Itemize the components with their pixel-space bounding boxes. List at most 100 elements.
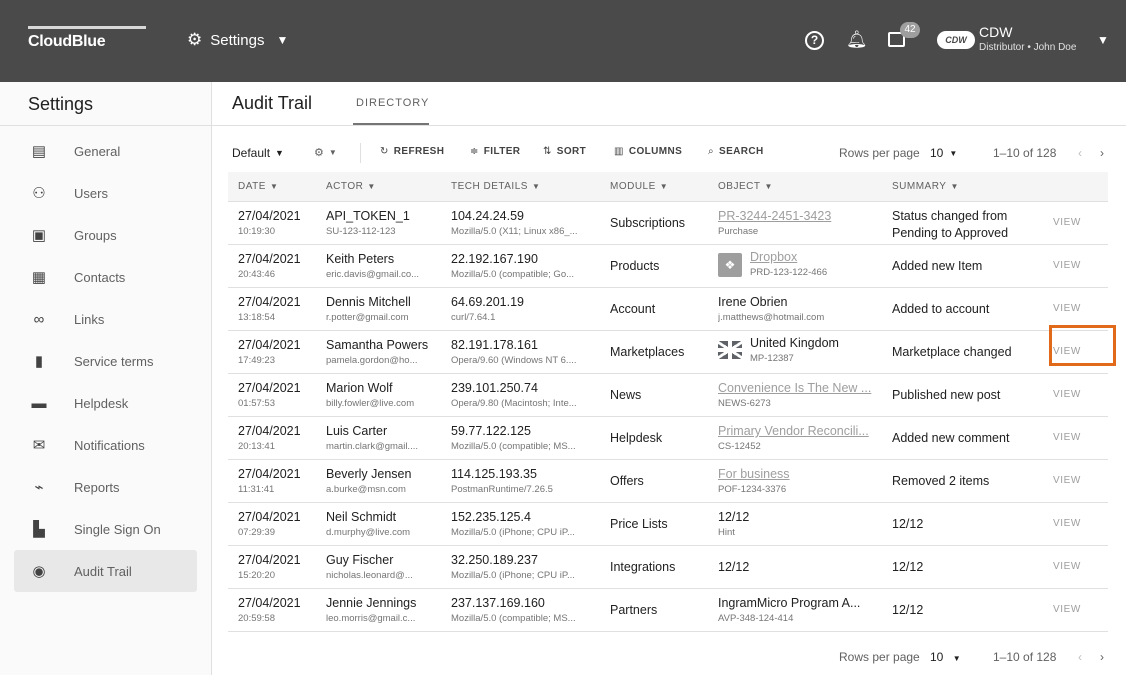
table-settings-button[interactable]: ⚙ ▼	[314, 146, 337, 159]
module-cell: News	[610, 388, 642, 402]
tech-details-cell: 239.101.250.74 Opera/9.80 (Macintosh; Int…	[451, 381, 601, 409]
date-text: 27/04/2021	[238, 553, 301, 567]
view-button[interactable]: VIEW	[1053, 217, 1081, 228]
sidebar-item-single-sign-on[interactable]: ▙ Single Sign On	[14, 508, 197, 550]
sidebar-item-helpdesk[interactable]: ▬ Helpdesk	[14, 382, 197, 424]
table-row[interactable]: 27/04/2021 20:59:58 Jennie Jennings leo.mor…	[228, 589, 1108, 632]
link-icon: ∞	[33, 310, 45, 328]
date-cell: 27/04/2021 17:49:23	[238, 338, 318, 366]
table-row[interactable]: 27/04/2021 07:29:39 Neil Schmidt d.murphy@l…	[228, 503, 1108, 546]
filter-button[interactable]: ≑ FILTER	[470, 146, 520, 157]
table-row[interactable]: 27/04/2021 10:19:30 API_TOKEN_1 SU-123-112-…	[228, 202, 1108, 245]
object-name[interactable]: Dropbox	[750, 250, 883, 264]
cloudblue-logo[interactable]: CloudBlue	[28, 26, 146, 51]
sidebar-item-contacts[interactable]: ▦ Contacts	[14, 256, 197, 298]
prev-page-icon[interactable]: ‹	[1078, 650, 1082, 664]
messages-badge: 42	[900, 22, 920, 38]
column-header-actor[interactable]: ACTOR ▼	[326, 181, 376, 192]
next-page-icon[interactable]: ›	[1100, 146, 1104, 160]
rows-per-page-select[interactable]: 10 ▼	[930, 146, 957, 160]
table-row[interactable]: 27/04/2021 13:18:54 Dennis Mitchell r.potte…	[228, 288, 1108, 331]
object-name[interactable]: Convenience Is The New ...	[718, 381, 883, 395]
object-cell[interactable]: For business POF-1234-3376	[718, 467, 883, 495]
module-cell: Products	[610, 259, 660, 273]
columns-button[interactable]: ▥ COLUMNS	[614, 146, 682, 157]
date-text: 27/04/2021	[238, 596, 301, 610]
object-name[interactable]: PR-3244-2451-3423	[718, 209, 883, 223]
column-header-summary[interactable]: SUMMARY ▼	[892, 181, 959, 192]
sidebar-item-service-terms[interactable]: ▮ Service terms	[14, 340, 197, 382]
table-body: 27/04/2021 10:19:30 API_TOKEN_1 SU-123-112-…	[212, 202, 1126, 632]
view-button[interactable]: VIEW	[1053, 432, 1081, 443]
time-text: 20:43:46	[238, 269, 275, 280]
sidebar-item-links[interactable]: ∞ Links	[14, 298, 197, 340]
page-title: Audit Trail	[232, 93, 313, 113]
object-cell[interactable]: ❖ Dropbox PRD-123-122-466	[718, 250, 883, 282]
date-text: 27/04/2021	[238, 381, 301, 395]
view-button[interactable]: VIEW	[1053, 389, 1081, 400]
prev-page-icon[interactable]: ‹	[1078, 146, 1082, 160]
object-cell[interactable]: Convenience Is The New ... NEWS-6273	[718, 381, 883, 409]
sidebar-item-general[interactable]: ▤ General	[14, 130, 197, 172]
object-name: IngramMicro Program A...	[718, 596, 861, 610]
table-row[interactable]: 27/04/2021 01:57:53 Marion Wolf billy.fowle…	[228, 374, 1108, 417]
sort-label: SORT	[556, 146, 587, 157]
sidebar-item-users[interactable]: ⚇ Users	[14, 172, 197, 214]
table-row[interactable]: 27/04/2021 20:13:41 Luis Carter martin.clar…	[228, 417, 1108, 460]
tech-details-cell: 104.24.24.59 Mozilla/5.0 (X11; Linux x86_…	[451, 209, 601, 237]
view-button[interactable]: VIEW	[1053, 518, 1081, 529]
actor-name: Beverly Jensen	[326, 467, 412, 481]
sort-caret-icon: ▼	[950, 182, 959, 191]
sidebar-item-audit-trail[interactable]: ◉ Audit Trail	[14, 550, 197, 592]
account-name[interactable]: CDW	[979, 24, 1012, 40]
chart-icon: ⌁	[34, 479, 44, 496]
ip-address: 82.191.178.161	[451, 338, 538, 352]
column-header-tech-details[interactable]: TECH DETAILS ▼	[451, 181, 540, 192]
search-button[interactable]: ⌕ SEARCH	[708, 146, 764, 157]
sidebar-item-groups[interactable]: ▣ Groups	[14, 214, 197, 256]
column-header-module[interactable]: MODULE ▼	[610, 181, 668, 192]
table-row[interactable]: 27/04/2021 17:49:23 Samantha Powers pamela.…	[228, 325, 1116, 374]
column-header-label: SUMMARY	[892, 181, 947, 192]
sidebar-item-notifications[interactable]: ✉ Notifications	[14, 424, 197, 466]
date-cell: 27/04/2021 20:59:58	[238, 596, 318, 624]
column-header-date[interactable]: DATE ▼	[238, 181, 278, 192]
object-name: 12/12	[718, 560, 750, 574]
view-button[interactable]: VIEW	[1053, 475, 1081, 486]
view-preset-select[interactable]: Default ▼	[232, 146, 284, 160]
object-cell[interactable]: Primary Vendor Reconcili... CS-12452	[718, 424, 883, 452]
section-switcher[interactable]: ⚙ Settings ▼	[187, 30, 288, 50]
next-page-icon[interactable]: ›	[1100, 650, 1104, 664]
rows-per-page-select[interactable]: 10 ▼	[930, 650, 961, 664]
view-button[interactable]: VIEW	[1053, 303, 1081, 314]
actor-name: Dennis Mitchell	[326, 295, 411, 309]
view-button[interactable]: VIEW	[1053, 604, 1081, 615]
view-button[interactable]: VIEW	[1053, 561, 1081, 572]
tab-directory[interactable]: DIRECTORY	[356, 97, 429, 109]
summary-cell: 12/12	[892, 560, 1042, 574]
date-cell: 27/04/2021 10:19:30	[238, 209, 318, 237]
toolbar-divider	[360, 143, 361, 163]
table-row[interactable]: 27/04/2021 20:43:46 Keith Peters eric.davis…	[228, 245, 1108, 288]
object-cell[interactable]: PR-3244-2451-3423 Purchase	[718, 209, 883, 237]
object-cell: Irene Obrien j.matthews@hotmail.com	[718, 295, 883, 323]
view-button[interactable]: VIEW	[1053, 260, 1081, 271]
column-header-object[interactable]: OBJECT ▼	[718, 181, 773, 192]
column-header-label: DATE	[238, 181, 266, 192]
bell-icon[interactable]: 🔔︎	[846, 30, 868, 50]
time-text: 01:57:53	[238, 398, 275, 409]
object-name[interactable]: Primary Vendor Reconcili...	[718, 424, 883, 438]
account-chevron-down-icon[interactable]: ▼	[1097, 33, 1109, 47]
table-row[interactable]: 27/04/2021 15:20:20 Guy Fischer nicholas.le…	[228, 546, 1108, 589]
summary-cell: Marketplace changed	[892, 345, 1042, 359]
tech-details-cell: 59.77.122.125 Mozilla/5.0 (compatible; MS…	[451, 424, 601, 452]
sort-button[interactable]: ⇅ SORT	[543, 146, 586, 157]
sidebar: Settings ▤ General ⚇ Users ▣ Groups ▦ Contacts ∞…	[0, 82, 212, 675]
user-agent: Opera/9.60 (Windows NT 6....	[451, 355, 577, 366]
help-icon[interactable]: ?	[805, 31, 824, 50]
sidebar-item-reports[interactable]: ⌁ Reports	[14, 466, 197, 508]
table-row[interactable]: 27/04/2021 11:31:41 Beverly Jensen a.burke@…	[228, 460, 1108, 503]
refresh-button[interactable]: ↻ REFRESH	[380, 146, 444, 157]
chat-icon: ▬	[31, 394, 47, 412]
object-name[interactable]: For business	[718, 467, 883, 481]
